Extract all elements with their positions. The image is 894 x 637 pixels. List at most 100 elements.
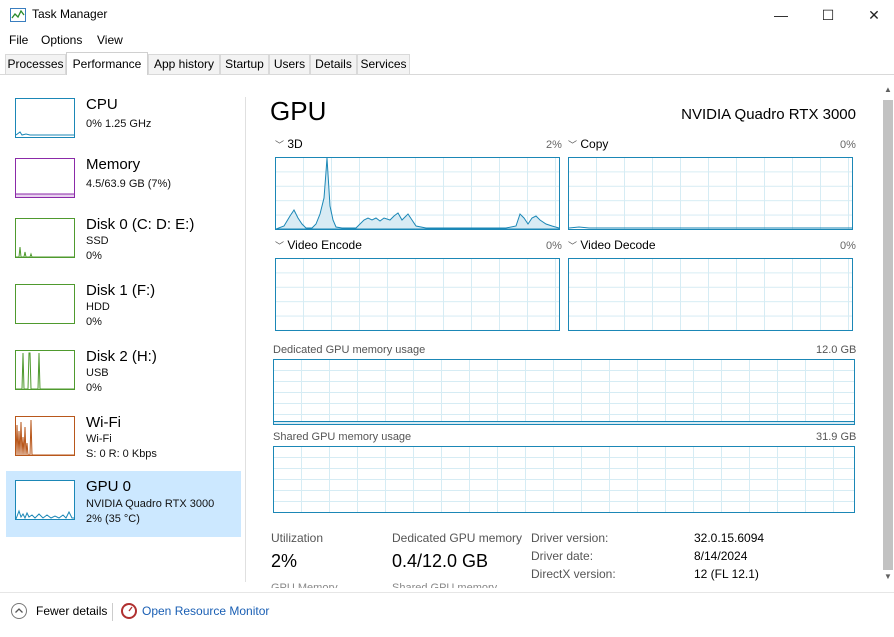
dedicated-memory-max: 12.0 GB [816, 344, 857, 356]
directx-version-label: DirectX version: [531, 567, 616, 581]
driver-date-value: 8/14/2024 [694, 549, 748, 563]
engine-percent: 0% [840, 139, 856, 151]
disk-1-thumbnail-graph [15, 284, 75, 324]
footer-bar: Fewer details Open Resource Monitor [0, 592, 894, 633]
driver-version-label: Driver version: [531, 531, 609, 545]
engine-video-encode-selector[interactable]: ﹀ Video Encode [275, 238, 362, 252]
resource-monitor-icon[interactable] [121, 603, 137, 619]
scroll-down-icon[interactable]: ▼ [882, 572, 894, 581]
sidebar-item-type: SSD [86, 235, 109, 247]
engine-label: Copy [580, 137, 609, 151]
driver-date-label: Driver date: [531, 549, 594, 563]
chevron-down-icon: ﹀ [275, 140, 285, 150]
engine-3d-selector[interactable]: ﹀ 3D [275, 137, 303, 151]
chevron-up-icon[interactable] [11, 603, 27, 619]
sidebar-item-disk-0[interactable]: Disk 0 (C: D: E:) SSD 0% [6, 209, 241, 273]
sidebar-item-gpu-0[interactable]: GPU 0 NVIDIA Quadro RTX 3000 2% (35 °C) [6, 471, 241, 537]
fewer-details-button[interactable]: Fewer details [36, 604, 107, 618]
gpu-thumbnail-graph [15, 480, 75, 520]
sidebar-item-detail: 2% (35 °C) [86, 513, 140, 525]
task-manager-icon [10, 8, 26, 22]
engine-video-decode-graph [568, 258, 853, 331]
sidebar-item-title: Wi-Fi [86, 414, 121, 431]
cpu-thumbnail-graph [15, 98, 75, 138]
sidebar-item-detail: 4.5/63.9 GB (7%) [86, 178, 171, 190]
sidebar-item-type: NVIDIA Quadro RTX 3000 [86, 498, 215, 510]
engine-video-encode-graph [275, 258, 560, 331]
chevron-down-icon: ﹀ [275, 241, 285, 251]
tab-app-history[interactable]: App history [148, 54, 220, 74]
memory-thumbnail-graph [15, 158, 75, 198]
dedicated-gpu-memory-label: Dedicated GPU memory [392, 531, 523, 545]
vertical-scrollbar[interactable]: ▲ ▼ [882, 85, 894, 585]
open-resource-monitor-link[interactable]: Open Resource Monitor [142, 604, 269, 618]
sidebar-item-title: CPU [86, 96, 118, 113]
sidebar-item-disk-1[interactable]: Disk 1 (F:) HDD 0% [6, 275, 241, 339]
sidebar-item-title: Disk 1 (F:) [86, 282, 156, 299]
performance-sidebar: CPU 0% 1.25 GHz Memory 4.5/63.9 GB (7%) … [0, 85, 245, 585]
sidebar-item-title: Disk 2 (H:) [86, 348, 157, 365]
scroll-up-icon[interactable]: ▲ [882, 85, 894, 94]
driver-version-value: 32.0.15.6094 [694, 531, 765, 545]
sidebar-item-memory[interactable]: Memory 4.5/63.9 GB (7%) [6, 149, 241, 213]
sidebar-item-detail: 0% [86, 316, 102, 328]
menu-bar: File Options View [0, 30, 894, 50]
sidebar-item-wifi[interactable]: Wi-Fi Wi-Fi S: 0 R: 0 Kbps [6, 407, 241, 471]
sidebar-item-disk-2[interactable]: Disk 2 (H:) USB 0% [6, 341, 241, 405]
disk-2-thumbnail-graph [15, 350, 75, 390]
minimize-button[interactable]: — [758, 0, 804, 30]
sidebar-item-title: Memory [86, 156, 141, 173]
gpu-model-name: NVIDIA Quadro RTX 3000 [681, 106, 856, 123]
chevron-down-icon: ﹀ [568, 140, 578, 150]
shared-gpu-memory-label-clipped: Shared GPU memory [392, 582, 498, 588]
scroll-thumb[interactable] [883, 100, 893, 570]
tab-services[interactable]: Services [357, 54, 410, 74]
engine-video-decode-selector[interactable]: ﹀ Video Decode [568, 238, 656, 252]
engine-percent: 0% [840, 240, 856, 252]
dedicated-gpu-memory-value: 0.4/12.0 GB [392, 551, 489, 571]
chevron-down-icon: ﹀ [568, 241, 578, 251]
footer-divider [112, 603, 113, 621]
shared-memory-max: 31.9 GB [816, 431, 857, 443]
sidebar-item-type: Wi-Fi [86, 433, 112, 445]
sidebar-item-title: Disk 0 (C: D: E:) [86, 216, 195, 233]
disk-0-thumbnail-graph [15, 218, 75, 258]
sidebar-divider [245, 97, 246, 582]
engine-percent: 0% [546, 240, 562, 252]
wifi-thumbnail-graph [15, 416, 75, 456]
sidebar-item-type: HDD [86, 301, 110, 313]
shared-memory-graph [273, 446, 855, 513]
tab-users[interactable]: Users [269, 54, 310, 74]
tab-performance[interactable]: Performance [66, 52, 148, 75]
utilization-value: 2% [271, 551, 298, 571]
dedicated-memory-label: Dedicated GPU memory usage [273, 344, 426, 356]
directx-version-value: 12 (FL 12.1) [694, 567, 759, 581]
menu-view[interactable]: View [97, 33, 123, 47]
tab-details[interactable]: Details [310, 54, 357, 74]
sidebar-item-detail: 0% [86, 382, 102, 394]
engine-label: Video Encode [287, 238, 362, 252]
window-title: Task Manager [32, 7, 108, 21]
sidebar-item-detail: 0% 1.25 GHz [86, 118, 152, 130]
sidebar-item-cpu[interactable]: CPU 0% 1.25 GHz [6, 89, 241, 153]
title-bar: Task Manager — ☐ ✕ [0, 0, 894, 30]
dedicated-memory-graph [273, 359, 855, 425]
engine-copy-graph [568, 157, 853, 230]
maximize-button[interactable]: ☐ [805, 0, 851, 30]
menu-file[interactable]: File [9, 33, 28, 47]
shared-memory-label: Shared GPU memory usage [273, 431, 412, 443]
engine-label: 3D [287, 137, 303, 151]
sidebar-item-detail: 0% [86, 250, 102, 262]
engine-label: Video Decode [580, 238, 656, 252]
close-button[interactable]: ✕ [851, 0, 894, 30]
menu-options[interactable]: Options [41, 33, 82, 47]
tab-processes[interactable]: Processes [5, 54, 66, 74]
engine-3d-graph [275, 157, 560, 230]
utilization-label: Utilization [271, 531, 324, 545]
engine-copy-selector[interactable]: ﹀ Copy [568, 137, 608, 151]
engine-percent: 2% [546, 139, 562, 151]
page-title: GPU [270, 96, 327, 126]
sidebar-item-title: GPU 0 [86, 478, 132, 495]
sidebar-item-detail: S: 0 R: 0 Kbps [86, 448, 157, 460]
tab-startup[interactable]: Startup [220, 54, 269, 74]
